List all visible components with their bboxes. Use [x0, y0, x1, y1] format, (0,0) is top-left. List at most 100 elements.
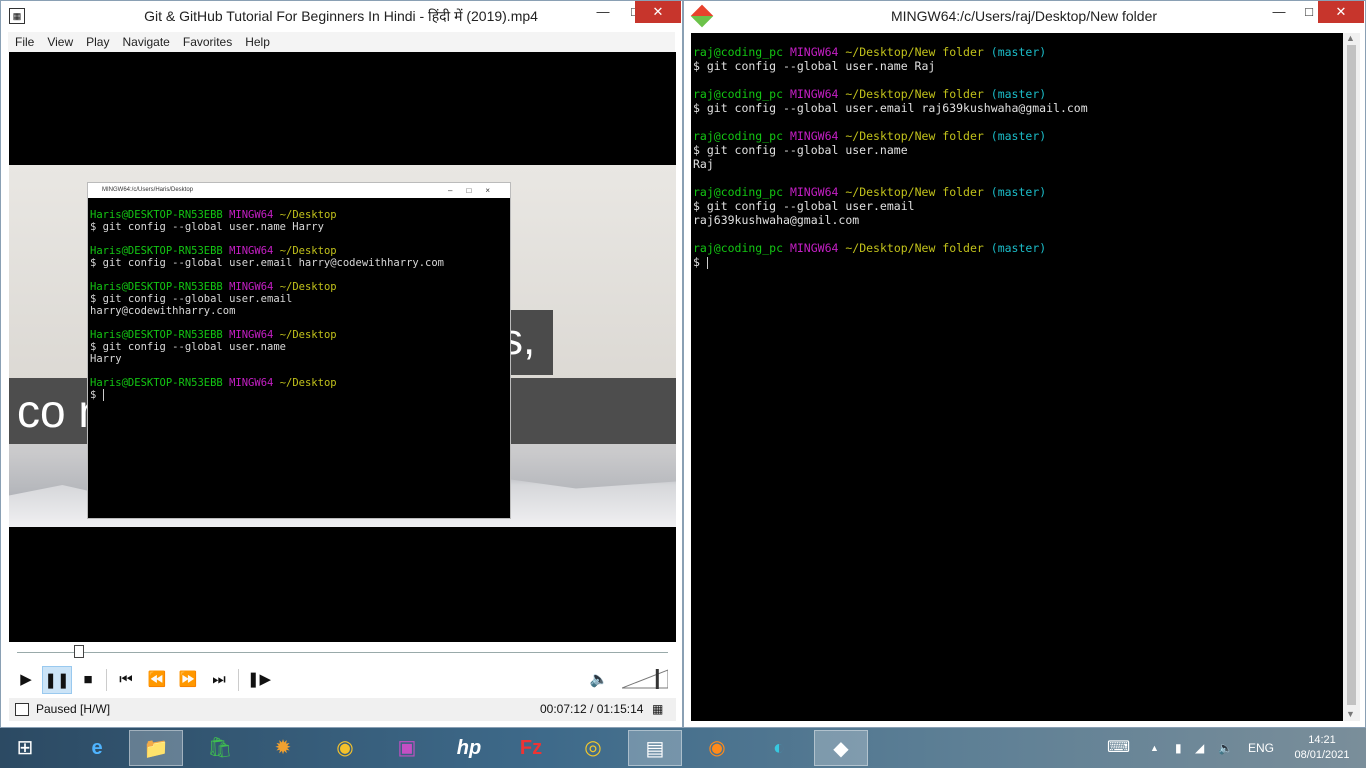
- media-player-icon[interactable]: ◉: [318, 730, 372, 766]
- prompt-path: ~/Desktop: [279, 281, 337, 293]
- media-player-titlebar[interactable]: ▦ Git & GitHub Tutorial For Beginners In…: [1, 1, 682, 32]
- git-bash-titlebar[interactable]: MINGW64:/c/Users/raj/Desktop/New folder …: [684, 1, 1365, 32]
- stop-icon[interactable]: ■: [73, 666, 103, 694]
- clock[interactable]: 14:21 08/01/2021: [1282, 733, 1362, 763]
- show-hidden-icons-icon[interactable]: ▲: [1150, 728, 1159, 768]
- media-player-menubar: File View Play Navigate Favorites Help: [8, 32, 675, 52]
- pause-icon[interactable]: ❚❚: [42, 666, 72, 694]
- status-film-icon: [15, 703, 29, 716]
- volume-slider[interactable]: [622, 668, 668, 690]
- language-indicator[interactable]: ENG: [1248, 728, 1274, 768]
- wireless-display-icon[interactable]: ▣: [380, 730, 434, 766]
- close-button[interactable]: ✕: [1318, 1, 1364, 23]
- command-line: $: [90, 389, 104, 401]
- scrollbar[interactable]: ▲ ▼: [1343, 33, 1360, 721]
- prompt-branch: (master): [990, 241, 1047, 255]
- prompt-line: Haris@DESKTOP-RN53EBB MINGW64 ~/Desktop: [90, 281, 506, 293]
- inner-window-buttons: –□×: [448, 186, 504, 195]
- git-bash-terminal[interactable]: raj@coding_pc MINGW64 ~/Desktop/New fold…: [691, 33, 1343, 721]
- paint-icon[interactable]: ✹: [256, 730, 310, 766]
- frame-step-icon[interactable]: ❚▶: [244, 666, 274, 694]
- prompt-user: raj@coding_pc: [693, 87, 784, 101]
- skip-next-icon[interactable]: ⏭: [204, 666, 234, 694]
- clock-date: 08/01/2021: [1294, 749, 1350, 761]
- status-bar: Paused [H/W] 00:07:12 / 01:15:14 ▦: [9, 698, 676, 721]
- git-icon[interactable]: [690, 4, 714, 28]
- media-player-window: ▦ Git & GitHub Tutorial For Beginners In…: [0, 0, 683, 728]
- inner-terminal-titlebar: MINGW64:/c/Users/Haris/Desktop: [88, 183, 510, 198]
- windows-start-icon[interactable]: ⊞: [0, 730, 50, 766]
- store-icon[interactable]: 🛍: [193, 730, 247, 766]
- firefox-icon[interactable]: ◉: [690, 730, 744, 766]
- scrollbar-thumb[interactable]: [1347, 45, 1356, 705]
- hp-icon[interactable]: hp: [442, 730, 496, 766]
- command-line: $ git config --global user.email raj639k…: [693, 101, 1088, 115]
- seek-track: [17, 652, 668, 653]
- film-icon[interactable]: ▦: [9, 8, 25, 24]
- prompt-shell: MINGW64: [789, 185, 839, 199]
- prompt-path: ~/Desktop/New folder: [845, 241, 984, 255]
- prompt-path: ~/Desktop: [279, 329, 337, 341]
- menu-help[interactable]: Help: [238, 32, 276, 49]
- menu-favorites[interactable]: Favorites: [176, 32, 238, 49]
- prompt-user: Haris@DESKTOP-RN53EBB: [90, 245, 223, 257]
- prompt-line: Haris@DESKTOP-RN53EBB MINGW64 ~/Desktop: [90, 209, 506, 221]
- prompt-shell: MINGW64: [229, 329, 274, 341]
- prompt-user: Haris@DESKTOP-RN53EBB: [90, 329, 223, 341]
- prompt-line: Haris@DESKTOP-RN53EBB MINGW64 ~/Desktop: [90, 245, 506, 257]
- taskbar: ⊞ e 📁 🛍 ✹ ◉ ▣ hp Fz ◎ ▤ ◉ ◐ ◆ ⌨ ▲ ▮ ◢ 🔈 …: [0, 728, 1366, 768]
- inner-terminal-output: Haris@DESKTOP-RN53EBB MINGW64 ~/Desktop $…: [90, 209, 506, 401]
- mpc-hc-icon[interactable]: ▤: [628, 730, 682, 766]
- internet-explorer-icon[interactable]: e: [70, 730, 124, 766]
- file-explorer-icon[interactable]: 📁: [129, 730, 183, 766]
- player-controls: ▶ ❚❚ ■ ⏮ ⏪ ⏩ ⏭ ❚▶ 🔈: [9, 664, 676, 697]
- menu-navigate[interactable]: Navigate: [115, 32, 175, 49]
- scroll-down-icon[interactable]: ▼: [1346, 709, 1355, 719]
- prompt-path: ~/Desktop/New folder: [845, 45, 984, 59]
- minimize-button[interactable]: —: [1262, 1, 1296, 23]
- close-button[interactable]: ✕: [635, 1, 681, 23]
- prompt-line: raj@coding_pc MINGW64 ~/Desktop/New fold…: [693, 241, 1333, 255]
- git-bash-icon[interactable]: ◆: [814, 730, 868, 766]
- prompt-path: ~/Desktop/New folder: [845, 129, 984, 143]
- prompt-user: raj@coding_pc: [693, 129, 784, 143]
- prompt-shell: MINGW64: [229, 245, 274, 257]
- separator: [238, 669, 239, 691]
- command-output: Raj: [693, 157, 714, 171]
- menu-view[interactable]: View: [40, 32, 79, 49]
- fast-forward-icon[interactable]: ⏩: [173, 666, 203, 694]
- scroll-up-icon[interactable]: ▲: [1346, 33, 1355, 43]
- media-player-title: Git & GitHub Tutorial For Beginners In H…: [144, 8, 538, 24]
- battery-icon[interactable]: ▮: [1175, 728, 1182, 768]
- video-area[interactable]: s, co nes do. MINGW64:/c/Users/Haris/Des…: [9, 52, 676, 642]
- prompt-path: ~/Desktop: [279, 245, 337, 257]
- filezilla-icon[interactable]: Fz: [504, 730, 558, 766]
- minimize-button[interactable]: —: [586, 1, 620, 23]
- chrome-icon[interactable]: ◎: [566, 730, 620, 766]
- prompt-shell: MINGW64: [789, 45, 839, 59]
- prompt-line: raj@coding_pc MINGW64 ~/Desktop/New fold…: [693, 45, 1333, 59]
- inner-terminal-window: MINGW64:/c/Users/Haris/Desktop –□× Haris…: [87, 182, 511, 519]
- seek-bar[interactable]: [9, 642, 676, 664]
- edge-icon[interactable]: ◐: [752, 730, 806, 766]
- seek-thumb[interactable]: [74, 645, 85, 658]
- command-output: Harry: [90, 353, 122, 365]
- speaker-icon[interactable]: 🔈: [1218, 728, 1233, 768]
- command-line: $ git config --global user.email: [90, 293, 293, 305]
- prompt-user: raj@coding_pc: [693, 185, 784, 199]
- playback-time: 00:07:12 / 01:15:14: [540, 702, 644, 716]
- menu-file[interactable]: File: [8, 32, 40, 49]
- rewind-icon[interactable]: ⏪: [142, 666, 172, 694]
- menu-play[interactable]: Play: [79, 32, 115, 49]
- network-icon[interactable]: ◢: [1195, 728, 1204, 768]
- prompt-shell: MINGW64: [789, 87, 839, 101]
- volume-icon[interactable]: 🔈: [584, 666, 614, 694]
- play-icon[interactable]: ▶: [11, 666, 41, 694]
- keyboard-icon[interactable]: ⌨: [1107, 728, 1130, 768]
- skip-previous-icon[interactable]: ⏮: [111, 666, 141, 694]
